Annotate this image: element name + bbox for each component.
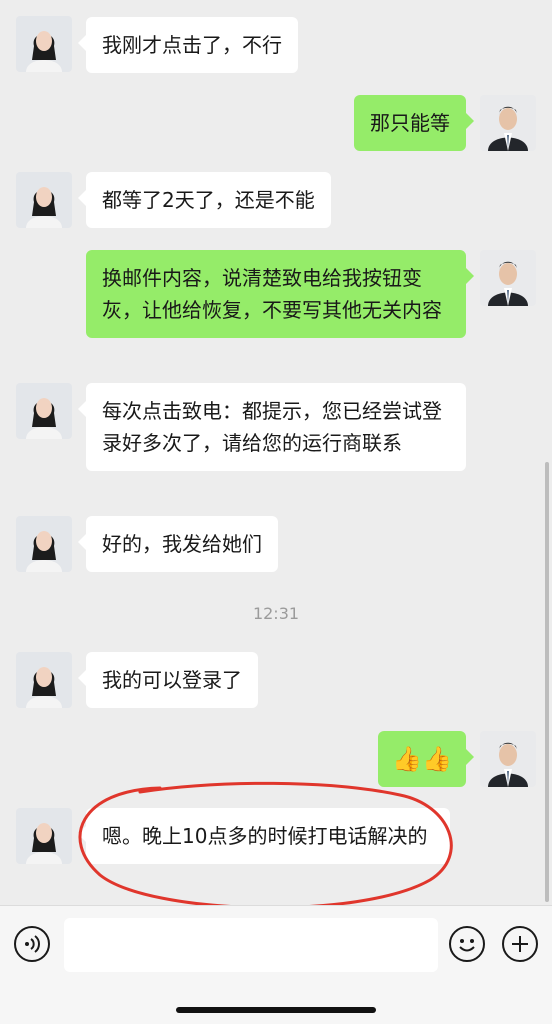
scroll-indicator[interactable] [545, 462, 549, 902]
my-avatar[interactable] [480, 95, 536, 151]
message-bubble[interactable]: 那只能等 [354, 95, 474, 151]
home-indicator [176, 1007, 376, 1013]
my-avatar[interactable] [480, 731, 536, 787]
message-text: 每次点击致电：都提示，您已经尝试登录好多次了，请给您的运行商联系 [102, 399, 442, 455]
message-bubble[interactable]: 我刚才点击了，不行 [78, 17, 298, 73]
message-text: 换邮件内容，说清楚致电给我按钮变灰，让他给恢复，不要写其他无关内容 [102, 266, 442, 322]
message-text: 👍👍 [392, 745, 452, 773]
contact-avatar[interactable] [16, 516, 72, 572]
message-text: 我的可以登录了 [102, 668, 242, 692]
message-bubble[interactable]: 都等了2天了，还是不能 [78, 172, 331, 228]
contact-avatar[interactable] [16, 383, 72, 439]
message-text: 嗯。晚上10点多的时候打电话解决的 [102, 824, 428, 848]
message-bubble[interactable]: 我的可以登录了 [78, 652, 258, 708]
voice-icon[interactable] [14, 926, 50, 962]
message-text: 那只能等 [370, 111, 450, 135]
message-bubble[interactable]: 👍👍 [378, 731, 474, 787]
message-bubble[interactable]: 每次点击致电：都提示，您已经尝试登录好多次了，请给您的运行商联系 [78, 383, 466, 471]
contact-avatar[interactable] [16, 16, 72, 72]
message-text: 都等了2天了，还是不能 [102, 188, 315, 212]
input-toolbar [0, 905, 552, 1024]
plus-icon[interactable] [502, 926, 538, 962]
contact-avatar[interactable] [16, 652, 72, 708]
message-text: 好的，我发给她们 [102, 532, 262, 556]
chat-area[interactable]: 我刚才点击了，不行 那只能等 都等了2天了，还是不能 换邮件内容，说清楚致电给我… [0, 0, 552, 905]
message-bubble[interactable]: 嗯。晚上10点多的时候打电话解决的 [78, 808, 450, 864]
message-bubble[interactable]: 好的，我发给她们 [78, 516, 278, 572]
contact-avatar[interactable] [16, 172, 72, 228]
message-text: 我刚才点击了，不行 [102, 33, 282, 57]
chat-timestamp: 12:31 [252, 604, 300, 623]
contact-avatar[interactable] [16, 808, 72, 864]
emoji-icon[interactable] [449, 926, 485, 962]
message-bubble[interactable]: 换邮件内容，说清楚致电给我按钮变灰，让他给恢复，不要写其他无关内容 [86, 250, 474, 338]
message-input[interactable] [64, 918, 438, 972]
my-avatar[interactable] [480, 250, 536, 306]
